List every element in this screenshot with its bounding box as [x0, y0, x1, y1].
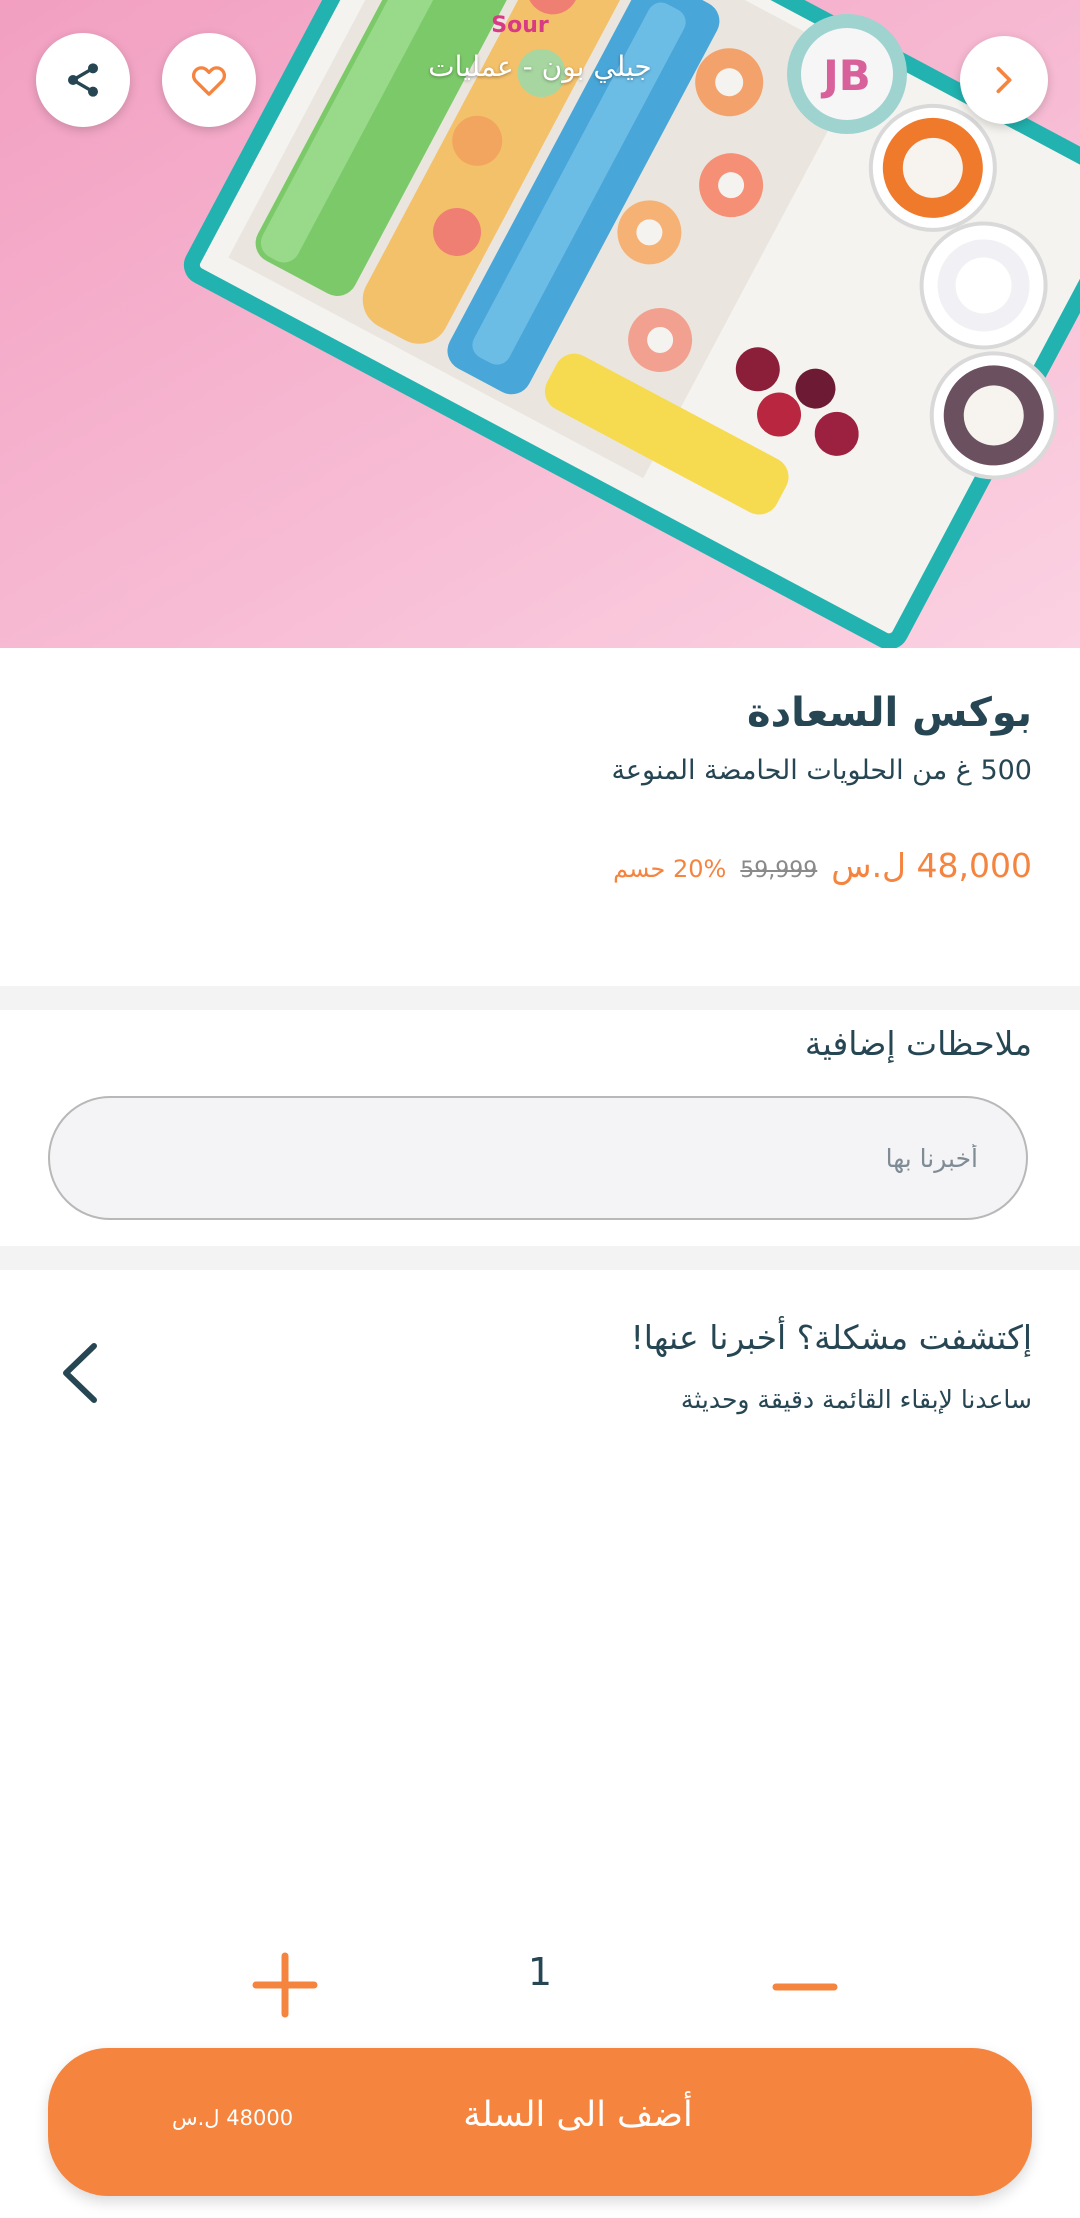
candy-box-illustration: JB Sour	[0, 0, 1080, 648]
product-name: بوكس السعادة	[747, 690, 1032, 736]
next-button[interactable]	[960, 36, 1048, 124]
price-row: 48,000 ل.س 59,999 20% حسم	[613, 846, 1032, 885]
old-price: 59,999	[740, 858, 818, 883]
product-description: 500 غ من الحلويات الحامضة المنوعة	[611, 755, 1032, 786]
share-icon	[68, 63, 98, 97]
chevron-right-icon	[996, 66, 1012, 94]
quantity-value: 1	[527, 1950, 553, 1994]
product-image: JB Sour جيلي بون - عمليات	[0, 0, 1080, 648]
plus-icon[interactable]	[252, 1952, 318, 2018]
sour-label: Sour	[491, 13, 549, 38]
divider	[0, 986, 1080, 1010]
minus-icon[interactable]	[772, 1954, 838, 2020]
heart-icon	[191, 66, 227, 96]
cart-total: 48000 ل.س	[172, 2106, 294, 2130]
price: 48,000 ل.س	[831, 846, 1032, 885]
discount-badge: 20% حسم	[613, 855, 727, 883]
add-to-cart-button[interactable]: أضف الى السلة 48000 ل.س	[48, 2048, 1032, 2196]
chevron-left-icon[interactable]	[56, 1340, 106, 1406]
divider	[0, 1246, 1080, 1270]
report-subtitle: ساعدنا لإبقاء القائمة دقيقة وحديثة	[680, 1385, 1032, 1414]
favorite-button[interactable]	[162, 33, 256, 127]
share-button[interactable]	[36, 33, 130, 127]
report-title: إكتشفت مشكلة؟ أخبرنا عنها!	[630, 1318, 1032, 1357]
notes-input[interactable]	[48, 1096, 1028, 1220]
notes-title: ملاحظات إضافية	[804, 1024, 1032, 1063]
